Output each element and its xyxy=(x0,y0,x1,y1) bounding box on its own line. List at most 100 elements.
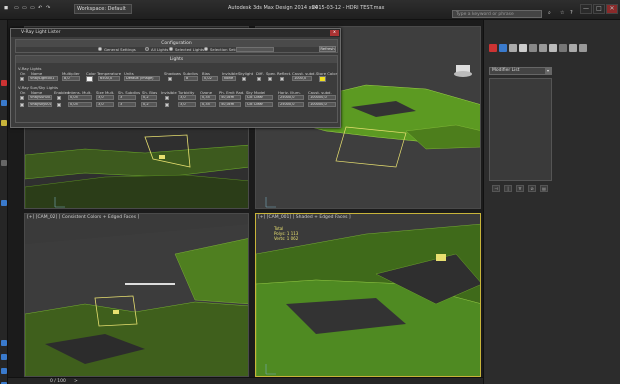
minimize-button[interactable]: — xyxy=(580,4,592,14)
sun-invisible-checkbox[interactable] xyxy=(165,96,169,100)
light-specular-checkbox[interactable] xyxy=(268,77,272,81)
light-name-field[interactable]: VRayLight001 xyxy=(28,76,58,81)
light-caust-subd-field[interactable]: 1000,0 xyxy=(292,76,312,81)
sky-model-dropdown[interactable]: CIE Clear xyxy=(245,102,273,107)
extra-tab-icon[interactable] xyxy=(549,44,557,52)
remove-modifier-icon[interactable]: ⊘ xyxy=(528,185,536,192)
sky-on-checkbox[interactable] xyxy=(20,103,24,107)
sky-turbidity-field[interactable]: 3,0 xyxy=(178,102,196,107)
hierarchy-tab-icon[interactable] xyxy=(509,44,517,52)
tool-grey-icon[interactable] xyxy=(1,160,7,166)
light-multiplier-field[interactable]: 8,0 xyxy=(62,76,80,81)
sun-turbidity-field[interactable]: 3,0 xyxy=(178,95,196,100)
sun-caust-field[interactable]: 100000,0 xyxy=(308,95,336,100)
extra-tab-icon-2[interactable] xyxy=(559,44,567,52)
star-icon[interactable]: ☆ xyxy=(560,10,564,16)
light-subdivs-field[interactable]: 8 xyxy=(184,76,198,81)
light-diffuse-checkbox[interactable] xyxy=(257,77,261,81)
refresh-button[interactable]: Refresh xyxy=(319,46,336,52)
lights-header[interactable]: Lights xyxy=(16,56,337,63)
sun-bias-field[interactable]: 0,2 xyxy=(141,95,157,100)
app-logo-icon[interactable]: ◼ xyxy=(4,5,8,11)
dialog-close-button[interactable]: x xyxy=(330,30,339,36)
maximize-button[interactable]: □ xyxy=(593,4,605,14)
undo-icon[interactable]: ↶ xyxy=(38,5,42,11)
sun-emit-field[interactable]: 50,0cm xyxy=(219,95,241,100)
dialog-title[interactable]: V-Ray Light Lister xyxy=(11,29,340,37)
make-unique-icon[interactable]: ∀ xyxy=(516,185,524,192)
radio-general-settings[interactable] xyxy=(98,47,102,51)
extra-tab-icon-4[interactable] xyxy=(579,44,587,52)
modifier-stack[interactable] xyxy=(489,78,552,181)
utilities-tab-icon[interactable] xyxy=(539,44,547,52)
sun-subdivs-field[interactable]: 3 xyxy=(118,95,136,100)
tool-blue-icon-4[interactable] xyxy=(1,354,7,360)
light-on-checkbox[interactable] xyxy=(20,77,24,81)
create-tab-icon[interactable] xyxy=(489,44,497,52)
chevron-down-icon[interactable]: ▾ xyxy=(545,68,551,74)
sun-ozone-field[interactable]: 0,35 xyxy=(200,95,216,100)
sky-subdivs-field[interactable]: 3 xyxy=(118,102,136,107)
binoculars-icon[interactable]: ⌕ xyxy=(548,10,551,16)
light-color-swatch[interactable] xyxy=(86,76,93,82)
modifier-list-dropdown[interactable]: Modifier List ▾ xyxy=(489,67,552,75)
sun-intensity-field[interactable]: 0,05 xyxy=(68,95,92,100)
tool-yellow-icon[interactable] xyxy=(1,120,7,126)
radio-selected-lights[interactable] xyxy=(169,47,173,51)
tool-red-icon[interactable] xyxy=(1,80,7,86)
sky-enabled-checkbox[interactable] xyxy=(57,103,61,107)
help-icon[interactable]: ? xyxy=(570,10,573,16)
radio-selection-set[interactable] xyxy=(204,47,208,51)
sky-size-field[interactable]: 3,0 xyxy=(96,102,114,107)
quick-access-new-icon[interactable]: ▭ xyxy=(14,5,19,11)
vray-light-lister-dialog[interactable]: V-Ray Light Lister x Configuration Gener… xyxy=(10,28,341,128)
sky-ozone-field[interactable]: 0,35 xyxy=(200,102,216,107)
configure-sets-icon[interactable]: ▤ xyxy=(540,185,548,192)
modify-tab-icon[interactable] xyxy=(499,44,507,52)
sun-sky-model-dropdown[interactable]: CIE Clear xyxy=(245,95,273,100)
selection-set-dropdown[interactable] xyxy=(236,47,274,52)
light-units-dropdown[interactable]: Default (image) xyxy=(124,76,160,81)
quick-access-save-icon[interactable]: ▭ xyxy=(30,5,35,11)
sky-horiz-field[interactable]: 25000,0 xyxy=(278,102,304,107)
light-shadows-checkbox[interactable] xyxy=(168,77,172,81)
radio-all-lights[interactable] xyxy=(145,47,149,51)
display-tab-icon[interactable] xyxy=(529,44,537,52)
search-input[interactable]: Type a keyword or phrase xyxy=(452,10,542,18)
viewport-bottom-right[interactable]: [+] [CAM_001] [ Shaded + Edged Faces ] T… xyxy=(255,213,481,377)
sky-invisible-checkbox[interactable] xyxy=(165,103,169,107)
next-frame-icon[interactable]: > xyxy=(74,379,78,384)
configuration-header[interactable]: Configuration xyxy=(16,40,337,47)
sky-emit-field[interactable]: 50,0cm xyxy=(219,102,241,107)
sky-caust-field[interactable]: 100000,0 xyxy=(308,102,336,107)
sun-name-field[interactable]: VRaySun001 xyxy=(28,95,52,100)
sky-bias-field[interactable]: 0,2 xyxy=(141,102,157,107)
quick-access-open-icon[interactable]: ▭ xyxy=(22,5,27,11)
time-slider-bar[interactable]: 0 / 100 > xyxy=(8,377,483,384)
pin-stack-icon[interactable]: ⊣ xyxy=(492,185,500,192)
tool-blue-icon-5[interactable] xyxy=(1,368,7,374)
redo-icon[interactable]: ↷ xyxy=(46,5,50,11)
light-invisible-dropdown[interactable]: None xyxy=(222,76,236,81)
extra-tab-icon-3[interactable] xyxy=(569,44,577,52)
sun-enabled-checkbox[interactable] xyxy=(57,96,61,100)
light-reflect-checkbox[interactable] xyxy=(280,77,284,81)
tool-blue-icon-2[interactable] xyxy=(1,200,7,206)
sun-horiz-field[interactable]: 25000,0 xyxy=(278,95,304,100)
motion-tab-icon[interactable] xyxy=(519,44,527,52)
workspace-dropdown[interactable]: Workspace: Default xyxy=(74,4,132,14)
col-shadows: Shadows xyxy=(164,71,181,76)
tool-blue-icon[interactable] xyxy=(1,100,7,106)
light-bias-field[interactable]: 0,02 xyxy=(202,76,218,81)
light-temperature-field[interactable]: 6500,0 xyxy=(98,76,120,81)
tool-blue-icon-3[interactable] xyxy=(1,340,7,346)
show-end-result-icon[interactable]: | xyxy=(504,185,512,192)
light-skylight-checkbox[interactable] xyxy=(242,77,246,81)
sun-size-field[interactable]: 3,0 xyxy=(96,95,114,100)
sky-intensity-field[interactable]: 0,05 xyxy=(68,102,92,107)
sky-name-field[interactable]: VRaySky001 xyxy=(28,102,52,107)
viewport-bottom-left[interactable]: [+] [CAM_02] [ Consistent Colors + Edged… xyxy=(24,213,249,377)
sun-on-checkbox[interactable] xyxy=(20,96,24,100)
close-button[interactable]: ✕ xyxy=(606,4,618,14)
light-store-color-swatch[interactable] xyxy=(319,76,326,82)
